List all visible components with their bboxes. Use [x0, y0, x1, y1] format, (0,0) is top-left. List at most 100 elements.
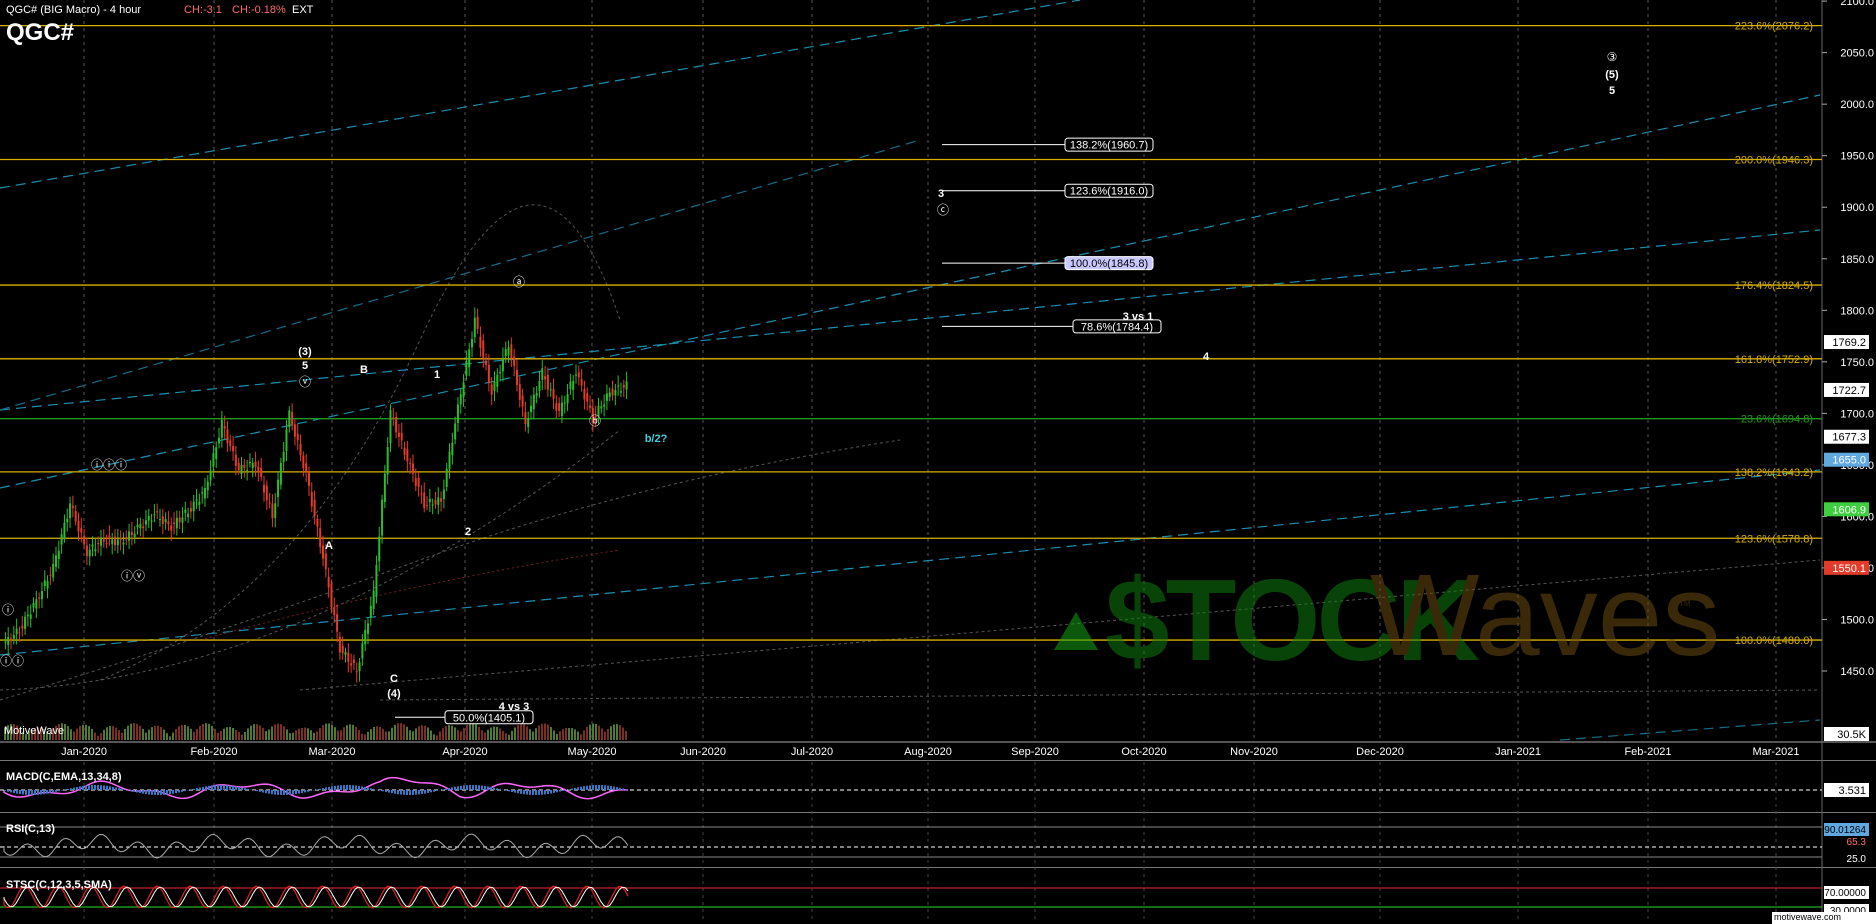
candle-body — [414, 478, 417, 486]
macd-histogram-bar — [58, 790, 60, 792]
macd-histogram-bar — [286, 790, 288, 795]
candle-body — [319, 528, 322, 548]
fib-label: 100.0%(1480.0) — [1735, 635, 1813, 647]
candle-body — [74, 510, 77, 522]
candle-body — [532, 394, 535, 410]
macd-histogram-bar — [409, 790, 411, 795]
macd-histogram-bar — [337, 785, 339, 790]
candle-body — [302, 455, 305, 469]
candle-body — [122, 542, 125, 545]
candle-body — [383, 473, 386, 503]
price-chart[interactable]: 223.6%(2076.2) 200.0%(1946.3) 176.4%(1824.… — [0, 0, 1876, 924]
volume-bar — [292, 732, 294, 740]
candle-body — [291, 411, 294, 426]
channel-line — [0, 139, 921, 411]
volume-bar — [457, 730, 459, 740]
macd-histogram-bar — [229, 785, 231, 790]
macd-histogram-bar — [109, 786, 111, 790]
candle-body — [55, 555, 57, 567]
volume-bar — [499, 728, 501, 740]
candle-body — [178, 517, 181, 523]
macd-histogram-bar — [151, 790, 153, 795]
candle-body — [355, 671, 358, 673]
volume-bar — [421, 725, 423, 740]
candle-body — [170, 525, 173, 531]
macd-histogram-bar — [478, 785, 480, 790]
candle-body — [57, 550, 60, 559]
volume-bar — [178, 726, 180, 740]
candle-body — [167, 521, 170, 525]
macd-histogram-bar — [568, 789, 570, 790]
macd-histogram-bar — [76, 786, 78, 790]
macd-histogram-bar — [556, 790, 558, 793]
y-tick-label: 1850.0 — [1840, 254, 1874, 266]
macd-histogram-bar — [484, 785, 486, 790]
candle-body — [364, 629, 367, 645]
volume-bar — [505, 733, 507, 740]
volume-bar — [307, 728, 309, 740]
macd-histogram-bar — [220, 785, 222, 790]
volume-bar — [226, 727, 228, 740]
candle-body — [189, 508, 192, 512]
macd-histogram-bar — [148, 790, 150, 795]
macd-histogram-bar — [298, 790, 300, 794]
candle-body — [288, 410, 291, 427]
volume-bar — [172, 732, 174, 740]
volume-bar — [169, 736, 171, 740]
macd-histogram-bar — [550, 790, 552, 794]
wave-label: ⓥ — [299, 375, 311, 389]
volume-bar — [565, 727, 567, 740]
volume-bar — [451, 725, 453, 740]
macd-histogram-bar — [427, 790, 429, 793]
volume-bar — [250, 725, 252, 740]
macd-histogram-bar — [535, 790, 537, 795]
volume-bar — [265, 731, 267, 740]
panel-divider — [0, 867, 1876, 868]
volume-bar — [562, 729, 564, 740]
candle-body — [246, 470, 249, 472]
volume-bar — [625, 730, 627, 740]
candle-body — [577, 372, 580, 378]
x-tick-label: Mar-2020 — [308, 746, 355, 758]
candle-body — [589, 405, 592, 408]
projection-labels: 138.2%(1960.7) 123.6%(1916.0) 100.0%(1845.… — [395, 137, 1162, 725]
channel-line — [1559, 719, 1821, 741]
macd-histogram-bar — [202, 786, 204, 790]
vertical-gridlines — [83, 0, 1777, 920]
macd-histogram-bar — [370, 788, 372, 790]
volume-bar — [91, 728, 93, 740]
candle-body — [184, 509, 187, 513]
volume-bar — [97, 735, 99, 740]
price-tag-label: 1722.7 — [1832, 385, 1866, 397]
candle-body — [85, 545, 88, 557]
macd-histogram-bar — [577, 787, 579, 790]
macd-histogram-bar — [283, 790, 285, 795]
y-tick-label: 1450.0 — [1840, 666, 1874, 678]
x-tick-label: Apr-2020 — [442, 746, 487, 758]
candle-body — [625, 381, 628, 390]
candle-body — [586, 393, 589, 402]
volume-bar — [460, 731, 462, 740]
macd-histogram-bar — [73, 787, 75, 790]
volume-bar — [370, 728, 372, 740]
volume-bar — [100, 733, 102, 740]
candle-body — [406, 449, 409, 462]
volume-bar — [271, 726, 273, 740]
candle-body — [119, 537, 122, 541]
volume-bar — [379, 726, 381, 740]
macd-histogram-bar — [160, 790, 162, 795]
volume-bar — [556, 734, 558, 740]
macd-histogram-bar — [583, 786, 585, 790]
candle-body — [282, 451, 285, 462]
volume-bar — [481, 730, 483, 740]
change-abs: CH:-3.1 — [184, 4, 222, 16]
volume-bar — [298, 728, 300, 740]
macd-histogram-bar — [118, 788, 120, 790]
volume-bar — [238, 731, 240, 740]
macd-histogram-bar — [16, 790, 18, 794]
volume-bar — [154, 725, 156, 740]
macd-histogram-bar — [169, 790, 171, 795]
volume-bar — [478, 726, 480, 740]
macd-histogram-bar — [544, 790, 546, 795]
candle-body — [504, 349, 507, 357]
